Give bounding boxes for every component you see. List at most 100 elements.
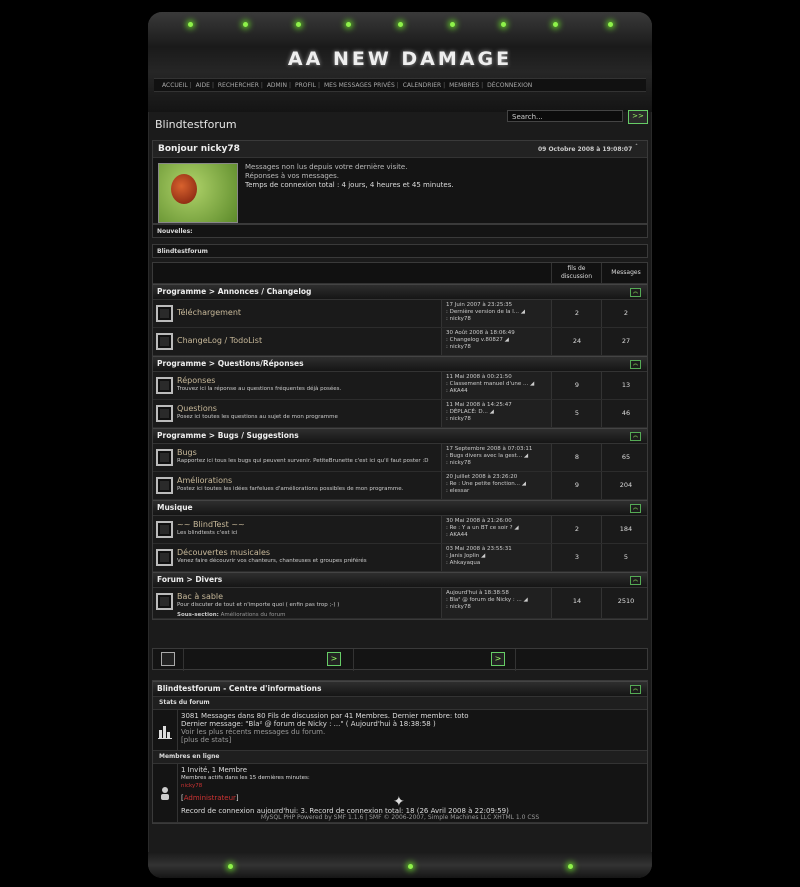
menu-messages[interactable]: MES MESSAGES PRIVÉS [324, 82, 395, 89]
collapse-icon[interactable]: ˆ [635, 144, 638, 151]
page-title: Blindtestforum [155, 118, 237, 131]
board-status-icon [156, 477, 173, 494]
last-post-topic-link[interactable]: : Changelog v.80827 ◢ [446, 337, 551, 344]
main-content: Blindtestforum Search... >> Bonjour nick… [152, 104, 648, 824]
replies-link[interactable]: Réponses à vos messages. [245, 172, 339, 180]
board-row: Réponses Trouvez ici la réponse au questi… [153, 372, 647, 400]
last-post-date: 30 Août 2008 à 18:06:49 [446, 330, 515, 336]
board-status-icon [156, 305, 173, 322]
collapse-icon[interactable]: ︽ [630, 576, 641, 585]
last-post-link[interactable]: Dernier message: "Bla² @ forum de Nicky … [181, 720, 469, 728]
site-logo[interactable]: AA NEW DAMAGE [148, 48, 652, 70]
led-light [296, 22, 301, 27]
last-post-author-link[interactable]: : nicky78 [446, 416, 551, 423]
admin-group-link[interactable]: Administrateur [184, 794, 236, 802]
collapse-icon[interactable]: ︽ [630, 504, 641, 513]
last-post-topic-link[interactable]: : Bla² @ forum de Nicky : ... ◢ [446, 597, 551, 604]
category-title[interactable]: Musique [157, 503, 193, 512]
more-stats-link[interactable]: [plus de stats] [181, 736, 469, 744]
last-post-topic-link[interactable]: : DÉPLACÉ: D... ◢ [446, 409, 551, 416]
welcome-panel: Bonjour nicky78 09 Octobre 2008 à 19:08:… [152, 140, 648, 224]
last-post-topic-link[interactable]: : Janis Joplin ◢ [446, 553, 551, 560]
recent-posts-link[interactable]: Voir les plus récents messages du forum. [181, 728, 469, 736]
board-status-icon [156, 333, 173, 350]
post-count: 65 [601, 444, 650, 471]
category-header: Programme > Annonces / Changelog ︽ [153, 284, 647, 300]
board-status-icon [156, 405, 173, 422]
last-post-date: 11 Mai 2008 à 00:21:50 [446, 374, 512, 380]
board-name-link[interactable]: Améliorations [177, 476, 232, 485]
last-post-author-link[interactable]: : nicky78 [446, 316, 551, 323]
last-post-date: 20 Juillet 2008 à 23:26:20 [446, 474, 518, 480]
subboard-link[interactable]: Améliorations du forum [221, 612, 286, 618]
menu-rechercher[interactable]: RECHERCHER [218, 82, 259, 89]
board-status-icon [156, 449, 173, 466]
board-name-link[interactable]: Questions [177, 404, 217, 413]
collapse-icon[interactable]: ︽ [630, 685, 641, 694]
board-name-link[interactable]: ~~ BlindTest ~~ [177, 520, 245, 529]
breadcrumb[interactable]: Blindtestforum [152, 244, 648, 258]
last-post-author-link[interactable]: : AKA44 [446, 388, 551, 395]
next-arrow-icon[interactable]: > [491, 652, 505, 666]
menu-profil[interactable]: PROFIL [295, 82, 316, 89]
greeting: Bonjour nicky78 [158, 144, 240, 154]
avatar[interactable] [158, 163, 238, 223]
footer[interactable]: MySQL PHP Powered by SMF 1.1.6 | SMF © 2… [148, 814, 652, 821]
category-title[interactable]: Programme > Bugs / Suggestions [157, 431, 299, 440]
menu-membres[interactable]: MEMBRES [449, 82, 479, 89]
board-row: Bugs Rapportez ici tous les bugs qui peuv… [153, 444, 647, 472]
category-title[interactable]: Forum > Divers [157, 575, 222, 584]
led-light [398, 22, 403, 27]
last-post-topic-link[interactable]: : Bugs divers avec la gest... ◢ [446, 453, 551, 460]
board-name-link[interactable]: Bac à sable [177, 592, 223, 601]
board-description: Posez ici toutes les questions au sujet … [177, 414, 338, 420]
last-post-topic-link[interactable]: : Dernière version de la l... ◢ [446, 309, 551, 316]
smf-logo-icon: ✦ [393, 794, 405, 810]
last-post-author-link[interactable]: : elessar [446, 488, 551, 495]
menu-aide[interactable]: AIDE [196, 82, 210, 89]
last-post-author-link[interactable]: : Ahkayaqua [446, 560, 551, 567]
led-light [188, 22, 193, 27]
search-input[interactable]: Search... [507, 110, 623, 122]
search-button[interactable]: >> [628, 110, 648, 124]
last-post-author-link[interactable]: : AKA44 [446, 532, 551, 539]
online-user-link[interactable]: nicky78 [181, 782, 509, 790]
topic-count: 9 [551, 372, 602, 399]
last-post: 03 Mai 2008 à 23:55:31: Janis Joplin ◢: … [441, 544, 551, 571]
topic-count: 9 [551, 472, 602, 499]
board-name-link[interactable]: Bugs [177, 448, 197, 457]
topic-count: 5 [551, 400, 602, 427]
board-row: Questions Posez ici toutes les questions … [153, 400, 647, 428]
last-post-author-link[interactable]: : nicky78 [446, 460, 551, 467]
last-post-topic-link[interactable]: : Re : Une petite fonction... ◢ [446, 481, 551, 488]
board-name-link[interactable]: ChangeLog / TodoList [177, 336, 262, 345]
last-post: 17 Septembre 2008 à 07:03:11: Bugs diver… [441, 444, 551, 471]
last-post-author-link[interactable]: : nicky78 [446, 344, 551, 351]
led-light [243, 22, 248, 27]
led-light [553, 22, 558, 27]
collapse-icon[interactable]: ︽ [630, 288, 641, 297]
board-name-link[interactable]: Découvertes musicales [177, 548, 270, 557]
unread-link[interactable]: Messages non lus depuis votre dernière v… [245, 163, 407, 171]
collapse-icon[interactable]: ︽ [630, 432, 641, 441]
collapse-icon[interactable]: ︽ [630, 360, 641, 369]
subboard-label: Sous-section: [177, 612, 219, 618]
menu-deconnexion[interactable]: DÉCONNEXION [487, 82, 532, 89]
last-post-author-link[interactable]: : nicky78 [446, 604, 551, 611]
last-post-topic-link[interactable]: : Classement manuel d'une ... ◢ [446, 381, 551, 388]
led-light [408, 864, 413, 869]
menu-admin[interactable]: ADMIN [267, 82, 287, 89]
online-window: Membres actifs dans les 15 dernières min… [181, 775, 310, 781]
last-post-topic-link[interactable]: : Re : Y a un BT ce soir ? ◢ [446, 525, 551, 532]
last-post-date: 03 Mai 2008 à 23:55:31 [446, 546, 512, 552]
menu-calendrier[interactable]: CALENDRIER [403, 82, 441, 89]
board-name-link[interactable]: Téléchargement [177, 308, 241, 317]
next-arrow-icon[interactable]: > [327, 652, 341, 666]
category-header: Musique ︽ [153, 500, 647, 516]
topic-count: 3 [551, 544, 602, 571]
board-name-link[interactable]: Réponses [177, 376, 215, 385]
category-title[interactable]: Programme > Questions/Réponses [157, 359, 304, 368]
menu-accueil[interactable]: ACCUEIL [162, 82, 188, 89]
stats-row: 3081 Messages dans 80 Fils de discussion… [153, 710, 647, 751]
category-title[interactable]: Programme > Annonces / Changelog [157, 287, 311, 296]
